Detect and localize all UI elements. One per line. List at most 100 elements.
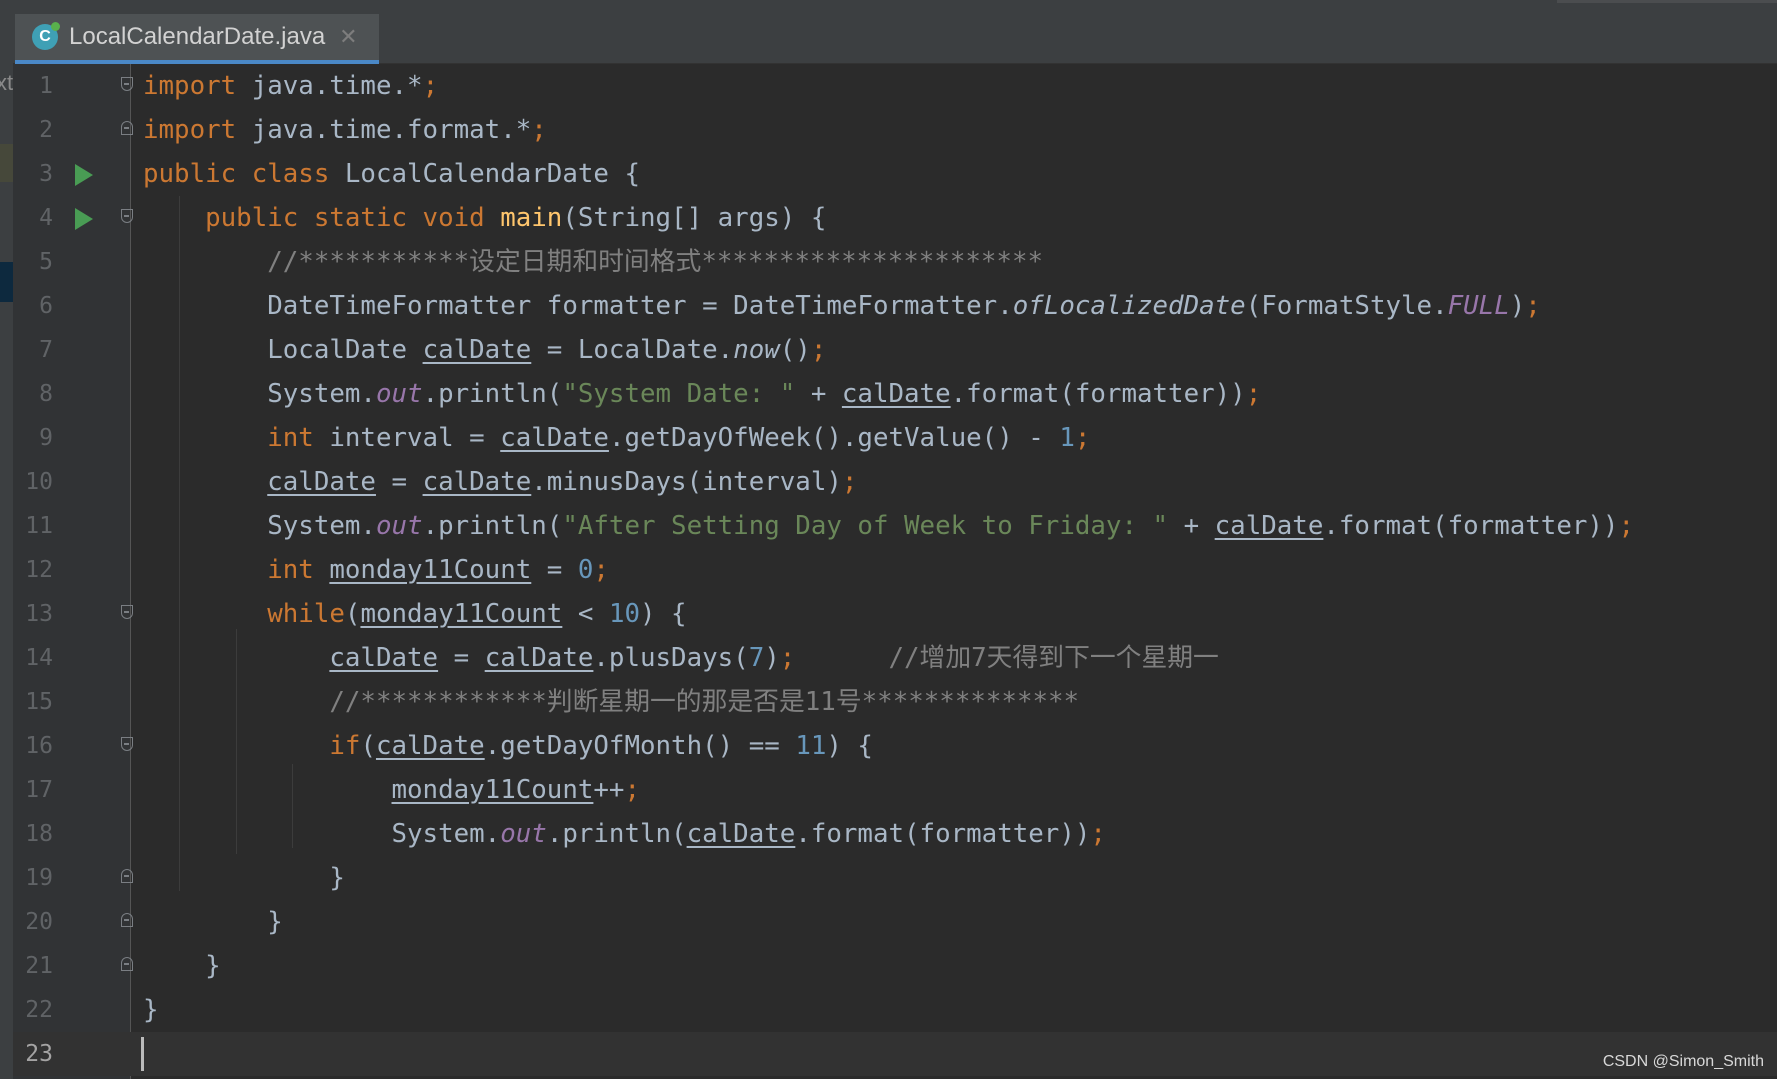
line-number[interactable]: 7 — [13, 328, 53, 372]
code-line[interactable]: 9 int interval = calDate.getDayOfWeek().… — [13, 416, 1777, 460]
code-line[interactable]: 17 monday11Count++; — [13, 768, 1777, 812]
line-number[interactable]: 5 — [13, 240, 53, 284]
code-token-plain: = — [531, 555, 578, 585]
code-line[interactable]: 11 System.out.println("After Setting Day… — [13, 504, 1777, 548]
code-text: import java.time.*; — [143, 64, 438, 108]
java-class-icon-letter: C — [39, 28, 51, 45]
line-number[interactable]: 13 — [13, 592, 53, 636]
code-token-plain: .getDayOfMonth() == — [484, 731, 796, 761]
code-text: public class LocalCalendarDate { — [143, 152, 640, 196]
code-token-number: 0 — [577, 555, 594, 585]
code-line[interactable]: 15 //************判断星期一的那是否是11号**********… — [13, 680, 1777, 724]
code-line[interactable]: 22} — [13, 988, 1777, 1032]
code-line[interactable]: 4 public static void main(String[] args)… — [13, 196, 1777, 240]
run-icon[interactable] — [75, 164, 93, 186]
code-token-string: "After Setting Day of Week to Friday: " — [562, 511, 1169, 541]
line-number[interactable]: 23 — [13, 1032, 53, 1076]
line-number[interactable]: 20 — [13, 900, 53, 944]
code-text: } — [143, 900, 283, 944]
code-token-semi: ; — [1618, 511, 1634, 541]
fold-close-icon[interactable] — [121, 913, 133, 927]
line-number[interactable]: 11 — [13, 504, 53, 548]
code-token-underline: calDate — [686, 819, 796, 849]
text-caret — [141, 1037, 144, 1071]
code-token-semi: ; — [841, 467, 858, 497]
code-line[interactable]: 20 } — [13, 900, 1777, 944]
line-number[interactable]: 3 — [13, 152, 53, 196]
code-token-number: 11 — [795, 731, 827, 761]
line-number[interactable]: 9 — [13, 416, 53, 460]
fold-close-icon[interactable] — [121, 957, 133, 971]
line-number[interactable]: 18 — [13, 812, 53, 856]
code-editor[interactable]: 1 import java.time.*; 2 import java.time.fo… — [13, 64, 1777, 1079]
left-tool-panel[interactable]: xt — [0, 0, 13, 1079]
code-line[interactable]: 7 LocalDate calDate = LocalDate.now(); — [13, 328, 1777, 372]
code-line[interactable]: 8 System.out.println("System Date: " + c… — [13, 372, 1777, 416]
code-line[interactable]: 2 import java.time.format.*; — [13, 108, 1777, 152]
code-token-number: 1 — [1059, 423, 1075, 453]
fold-close-icon[interactable] — [121, 869, 133, 883]
code-text: } — [143, 944, 221, 988]
code-line[interactable]: 1 import java.time.*; — [13, 64, 1777, 108]
line-number[interactable]: 4 — [13, 196, 53, 240]
left-panel-highlight — [0, 262, 13, 302]
line-number[interactable]: 12 — [13, 548, 53, 592]
code-token-plain: () — [779, 335, 811, 365]
code-text: calDate = calDate.minusDays(interval); — [143, 460, 857, 504]
code-token-plain: = LocalDate. — [531, 335, 734, 365]
fold-open-icon[interactable] — [121, 737, 133, 751]
fold-open-icon[interactable] — [121, 605, 133, 619]
line-number[interactable]: 22 — [13, 988, 53, 1032]
code-token-underline: calDate — [500, 423, 609, 453]
line-number[interactable]: 16 — [13, 724, 53, 768]
code-token-keyword: import — [143, 115, 237, 145]
line-number[interactable]: 6 — [13, 284, 53, 328]
code-token-plain: } — [143, 863, 345, 893]
run-icon[interactable] — [75, 208, 93, 230]
line-number[interactable]: 8 — [13, 372, 53, 416]
code-token-semi: ; — [810, 335, 827, 365]
code-line[interactable]: 19 } — [13, 856, 1777, 900]
code-line[interactable]: 21 } — [13, 944, 1777, 988]
code-line[interactable]: 12 int monday11Count = 0; — [13, 548, 1777, 592]
code-line[interactable]: 16 if(calDate.getDayOfMonth() == 11) { — [13, 724, 1777, 768]
code-line[interactable]: 3 public class LocalCalendarDate { — [13, 152, 1777, 196]
close-icon[interactable]: ✕ — [339, 24, 357, 50]
line-number[interactable]: 17 — [13, 768, 53, 812]
code-text: System.out.println("System Date: " + cal… — [143, 372, 1261, 416]
code-text: System.out.println(calDate.format(format… — [143, 812, 1105, 856]
line-number[interactable]: 14 — [13, 636, 53, 680]
code-line[interactable]: 23 — [13, 1032, 1777, 1076]
code-line[interactable]: 13 while(monday11Count < 10) { — [13, 592, 1777, 636]
code-token-plain: .getDayOfWeek().getValue() - — [608, 423, 1060, 453]
code-line[interactable]: 14 calDate = calDate.plusDays(7); //增加7天… — [13, 636, 1777, 680]
fold-close-icon[interactable] — [121, 121, 133, 135]
fold-open-icon[interactable] — [121, 209, 133, 223]
code-line[interactable]: 10 calDate = calDate.minusDays(interval)… — [13, 460, 1777, 504]
code-line[interactable]: 18 System.out.println(calDate.format(for… — [13, 812, 1777, 856]
line-number[interactable]: 1 — [13, 64, 53, 108]
code-token-plain: .format(formatter)) — [1323, 511, 1619, 541]
code-text: } — [143, 856, 345, 900]
line-number[interactable]: 21 — [13, 944, 53, 988]
code-token-plain: .format(formatter)) — [950, 379, 1246, 409]
code-token-plain: .println( — [422, 511, 563, 541]
code-line[interactable]: 6 DateTimeFormatter formatter = DateTime… — [13, 284, 1777, 328]
code-token-keyword: int — [267, 555, 314, 585]
code-token-keyword: public static void — [205, 203, 485, 233]
code-text: //***********设定日期和时间格式******************… — [143, 240, 1043, 284]
code-token-semi: ; — [531, 115, 547, 145]
line-number[interactable]: 2 — [13, 108, 53, 152]
tab-localcalendardate-java[interactable]: C LocalCalendarDate.java ✕ — [15, 14, 379, 64]
code-token-field: out — [375, 379, 423, 409]
line-number[interactable]: 10 — [13, 460, 53, 504]
code-line[interactable]: 5 //***********设定日期和时间格式****************… — [13, 240, 1777, 284]
code-text: if(calDate.getDayOfMonth() == 11) { — [143, 724, 873, 768]
line-number[interactable]: 19 — [13, 856, 53, 900]
fold-open-icon[interactable] — [121, 77, 133, 91]
line-number[interactable]: 15 — [13, 680, 53, 724]
code-token-italic: now — [733, 335, 780, 365]
